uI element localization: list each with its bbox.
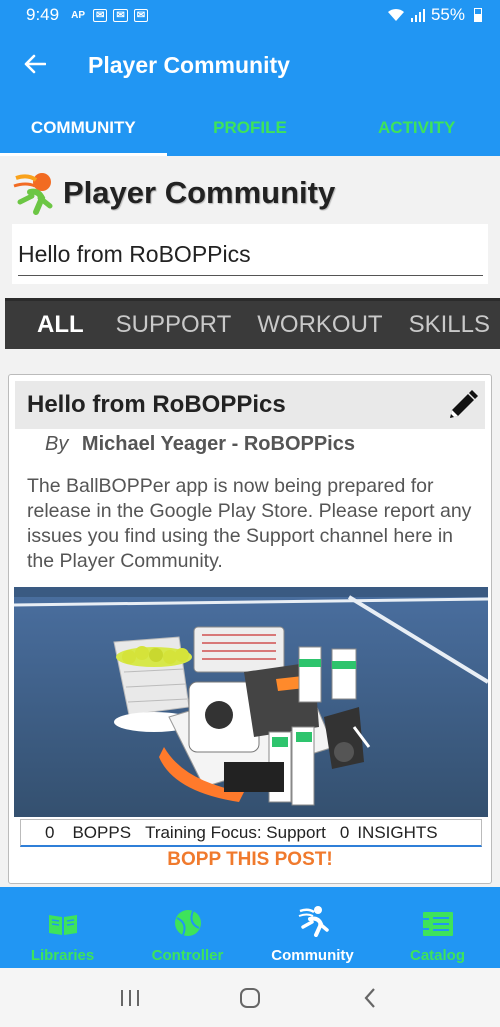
app-bar: Player Community: [0, 30, 500, 100]
bopp-this-post-button[interactable]: BOPP THIS POST!: [9, 849, 491, 871]
wifi-icon: [387, 8, 404, 21]
ap-notification-icon: AP: [71, 9, 85, 21]
post-title: Hello from RoBOPPics: [27, 391, 286, 418]
recent-apps-icon[interactable]: [110, 978, 150, 1018]
by-label: By: [45, 433, 69, 455]
category-support[interactable]: SUPPORT: [116, 311, 232, 339]
mail-notification-icon: ✉: [93, 8, 108, 22]
category-all[interactable]: ALL: [37, 311, 84, 339]
post-author: Michael Yeager - RoBOPPics: [81, 433, 355, 455]
bopps-count: 0: [45, 822, 55, 842]
category-filter-bar: ALL SUPPORT WORKOUT SKILLS: [5, 298, 500, 349]
battery-percent: 55%: [430, 5, 465, 24]
nav-controller[interactable]: Controller: [125, 887, 250, 968]
edit-pencil-icon[interactable]: [445, 389, 479, 423]
back-arrow-icon[interactable]: [0, 30, 70, 100]
nav-catalog[interactable]: Catalog: [375, 887, 500, 968]
category-workout[interactable]: WORKOUT: [257, 311, 382, 339]
tab-activity[interactable]: ACTIVITY: [333, 100, 500, 156]
insights-label: INSIGHTS: [357, 822, 438, 842]
nav-libraries-label: Libraries: [30, 947, 95, 964]
status-bar: 9:49 AP ✉ ✉ ✉ 55%: [0, 0, 500, 30]
ballbopper-logo-icon: [13, 172, 53, 215]
mail-notification-icon-3: ✉: [133, 8, 149, 22]
top-tabs: COMMUNITY PROFILE ACTIVITY: [0, 100, 500, 156]
nav-controller-label: Controller: [151, 947, 224, 964]
nav-libraries[interactable]: Libraries: [0, 887, 125, 968]
insights-count: 0: [339, 822, 350, 842]
mail-notification-icon-2: ✉: [113, 8, 128, 22]
app-bar-title: Player Community: [88, 51, 290, 78]
home-icon[interactable]: [230, 978, 270, 1018]
post-byline: By Michael Yeager - RoBOPPics: [45, 433, 355, 456]
page-title: Player Community: [63, 174, 336, 210]
nav-community-label: Community: [271, 947, 354, 964]
post-photo-robot-image[interactable]: [14, 587, 488, 817]
status-time: 9:49: [26, 5, 60, 24]
post-header: Hello from RoBOPPics: [15, 381, 485, 429]
post-card: Hello from RoBOPPics By Michael Yeager -…: [8, 374, 492, 884]
bopps-label: BOPPS: [72, 822, 132, 842]
tennis-ball-icon: [174, 910, 201, 936]
post-search-input[interactable]: [18, 234, 483, 276]
nav-community[interactable]: Community: [250, 887, 375, 968]
category-skills[interactable]: SKILLS: [409, 311, 490, 339]
post-body: The BallBOPPer app is now being prepared…: [27, 475, 472, 572]
page-header: Player Community: [0, 160, 500, 225]
player-icon: [298, 906, 329, 937]
bottom-nav: Libraries Controller Community Catalog: [0, 887, 500, 968]
system-back-icon[interactable]: [350, 978, 390, 1018]
catalog-icon: [422, 912, 453, 936]
tab-community[interactable]: COMMUNITY: [0, 100, 167, 156]
training-focus: Training Focus: Support: [145, 822, 326, 842]
book-icon: [48, 915, 77, 935]
post-stats-bar: 0 BOPPS Training Focus: Support 0 INSIGH…: [20, 819, 482, 847]
nav-catalog-label: Catalog: [409, 947, 465, 964]
signal-icon: [410, 9, 425, 22]
system-nav-bar: [0, 968, 500, 1027]
post-search-container: [12, 224, 488, 284]
tab-profile[interactable]: PROFILE: [167, 100, 334, 156]
battery-icon: [474, 8, 482, 22]
